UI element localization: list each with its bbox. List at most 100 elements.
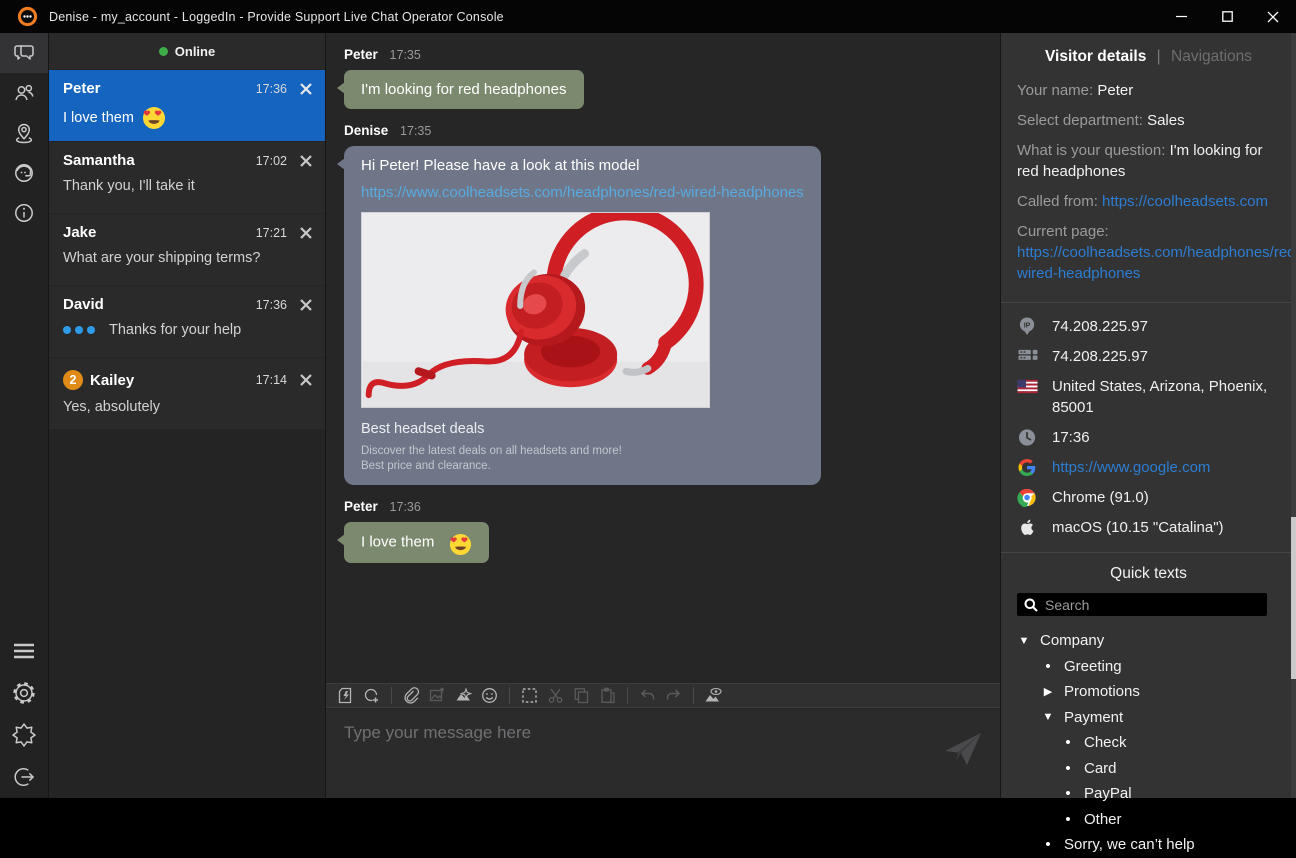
chat-last-message: Thanks for your help (109, 322, 241, 338)
collapsed-icon[interactable]: ▶ (1041, 685, 1055, 698)
menu-icon[interactable] (0, 630, 48, 672)
heart-eyes-emoji (142, 106, 166, 130)
chat-name: David (63, 296, 104, 313)
expanded-icon[interactable]: ▼ (1017, 635, 1031, 647)
redo-icon[interactable] (662, 685, 685, 706)
burst-icon[interactable] (0, 714, 48, 756)
undo-icon[interactable] (636, 685, 659, 706)
info-row-time: 17:36 (1017, 427, 1280, 448)
message-text: I love them (361, 533, 434, 550)
chat-item-peter[interactable]: Peter 17:36 I love them (49, 70, 325, 141)
tree-item-greeting[interactable]: •Greeting (1017, 654, 1296, 680)
close-chat-icon[interactable] (299, 82, 313, 96)
info-row-ip: IP 74.208.225.97 (1017, 316, 1280, 337)
chat-item-samantha[interactable]: Samantha 17:02 Thank you, I'll take it (49, 142, 325, 213)
provide-support-logo-icon (17, 6, 38, 27)
chat-list-panel: Online Peter 17:36 I love them Samantha (48, 33, 325, 798)
info-row-referrer: https://www.google.com (1017, 457, 1280, 478)
operator-status[interactable]: Online (49, 33, 325, 69)
tree-item-check[interactable]: •Check (1017, 730, 1296, 756)
tree-item-other[interactable]: •Other (1017, 807, 1296, 833)
minimize-icon[interactable] (1158, 0, 1204, 33)
ip-icon: IP (1017, 317, 1039, 336)
info-row-host: 74.208.225.97 (1017, 346, 1280, 367)
bullet-icon: • (1061, 811, 1075, 828)
visitors-icon[interactable] (0, 73, 48, 113)
tree-item-company[interactable]: ▼Company (1017, 628, 1296, 654)
bullet-icon: • (1041, 836, 1055, 853)
visitor-system-info: IP 74.208.225.97 74.208.225.97 (1001, 303, 1296, 553)
paste-icon[interactable] (596, 685, 619, 706)
location-icon[interactable] (0, 113, 48, 153)
visitor-details-panel: Visitor details | Navigations Your name:… (1000, 33, 1296, 798)
tab-navigations[interactable]: Navigations (1171, 48, 1252, 65)
conversation-panel: Peter 17:35 I'm looking for red headphon… (325, 33, 1000, 798)
close-chat-icon[interactable] (299, 373, 313, 387)
current-page-link[interactable]: https://coolheadsets.com/headphones/red-… (1017, 244, 1296, 282)
called-from-link[interactable]: https://coolheadsets.com (1102, 193, 1268, 210)
paper-plane-icon[interactable] (943, 731, 983, 767)
message-time: 17:36 (390, 500, 421, 514)
chat-time: 17:14 (256, 373, 287, 387)
emoji-icon[interactable] (478, 685, 501, 706)
message-link[interactable]: https://www.coolheadsets.com/headphones/… (361, 184, 804, 201)
chat-time: 17:21 (256, 226, 287, 240)
tree-item-sorry[interactable]: •Sorry, we can’t help (1017, 832, 1296, 858)
close-icon[interactable] (1250, 0, 1296, 33)
info-icon[interactable] (0, 193, 48, 233)
search-input[interactable] (1045, 597, 1260, 613)
info-row-location: United States, Arizona, Phoenix, 85001 (1017, 376, 1280, 418)
tree-item-card[interactable]: •Card (1017, 756, 1296, 782)
attach-file-icon[interactable] (400, 685, 423, 706)
message-input[interactable] (344, 723, 904, 783)
settings-icon[interactable] (0, 672, 48, 714)
image-preview-icon[interactable] (702, 685, 725, 706)
chat-item-kailey[interactable]: 2 Kailey 17:14 Yes, absolutely (49, 358, 325, 429)
chats-icon[interactable] (0, 33, 48, 73)
chat-item-jake[interactable]: Jake 17:21 What are your shipping terms? (49, 214, 325, 285)
chat-last-message: Thank you, I'll take it (63, 178, 195, 194)
chat-last-message: I love them (63, 110, 134, 126)
heart-eyes-emoji (449, 533, 472, 556)
maximize-icon[interactable] (1204, 0, 1250, 33)
select-area-icon[interactable] (518, 685, 541, 706)
info-row-browser: Chrome (91.0) (1017, 487, 1280, 508)
quick-texts-title: Quick texts (1001, 553, 1296, 593)
expanded-icon[interactable]: ▼ (1041, 711, 1055, 723)
host-icon (1017, 347, 1039, 366)
tree-item-payment[interactable]: ▼Payment (1017, 705, 1296, 731)
referrer-link[interactable]: https://www.google.com (1052, 457, 1210, 478)
push-page-icon[interactable] (452, 685, 475, 706)
close-chat-icon[interactable] (299, 154, 313, 168)
message-time: 17:35 (400, 124, 431, 138)
tree-item-promotions[interactable]: ▶Promotions (1017, 679, 1296, 705)
close-chat-icon[interactable] (299, 226, 313, 240)
invite-visitor-icon[interactable] (360, 685, 383, 706)
tree-item-paypal[interactable]: •PayPal (1017, 781, 1296, 807)
bullet-icon: • (1061, 785, 1075, 802)
message-time: 17:35 (390, 48, 421, 62)
chat-item-david[interactable]: David 17:36 Thanks for your help (49, 286, 325, 357)
tab-visitor-details[interactable]: Visitor details (1045, 48, 1146, 65)
quick-text-icon[interactable] (334, 685, 357, 706)
link-preview-description: Discover the latest deals on all headset… (361, 444, 804, 474)
composer-toolbar (326, 683, 1001, 708)
visitor-message-bubble: I love them (344, 522, 489, 563)
logout-icon[interactable] (0, 756, 48, 798)
pre-chat-fields: Your name: Peter Select department: Sale… (1001, 66, 1296, 303)
scrollbar-thumb[interactable] (1291, 517, 1296, 679)
send-image-icon[interactable] (426, 685, 449, 706)
right-panel-scrollbar[interactable] (1291, 33, 1296, 798)
cut-icon[interactable] (544, 685, 567, 706)
message-text: I'm looking for red headphones (361, 81, 567, 98)
message-sender: Peter (344, 47, 378, 62)
online-status-dot (159, 47, 168, 56)
field-current-page: Current page: https://coolheadsets.com/h… (1017, 221, 1280, 284)
message-history[interactable]: Peter 17:35 I'm looking for red headphon… (326, 33, 1001, 683)
close-chat-icon[interactable] (299, 298, 313, 312)
composer (326, 709, 1001, 798)
copy-icon[interactable] (570, 685, 593, 706)
operator-icon[interactable] (0, 153, 48, 193)
chat-name: Samantha (63, 152, 135, 169)
clock-icon (1017, 428, 1039, 447)
